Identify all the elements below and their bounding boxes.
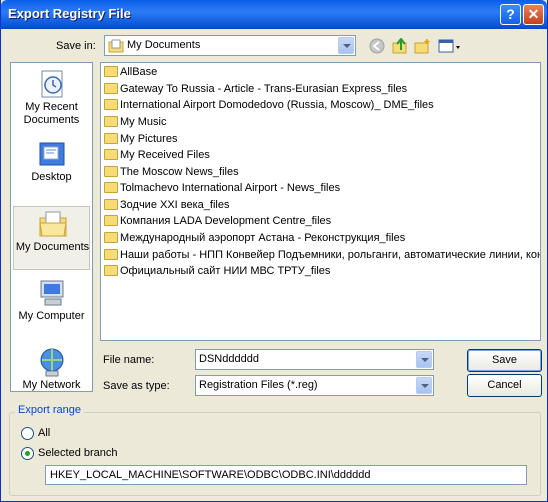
up-folder-icon[interactable]	[392, 38, 410, 54]
branch-path-input[interactable]: HKEY_LOCAL_MACHINE\SOFTWARE\ODBC\ODBC.IN…	[45, 465, 527, 485]
chevron-down-icon[interactable]	[416, 351, 432, 368]
title-bar[interactable]: Export Registry File ? ✕	[1, 0, 547, 29]
folder-icon	[104, 82, 118, 94]
file-name-label: File name:	[103, 354, 155, 366]
place-label: My Documents	[15, 241, 90, 253]
music-folder-icon	[104, 115, 118, 127]
folder-icon	[104, 148, 118, 160]
place-my-documents[interactable]: My Documents	[13, 206, 90, 270]
place-label: My Recent Documents	[23, 101, 80, 126]
folder-icon	[104, 264, 118, 276]
folder-icon	[104, 198, 118, 210]
place-label: My Network	[22, 379, 81, 391]
save-in-dropdown[interactable]: My Documents	[104, 35, 356, 56]
folder-icon	[104, 181, 118, 193]
my-documents-icon	[39, 211, 67, 237]
folder-icon	[104, 98, 118, 110]
branch-path-value: HKEY_LOCAL_MACHINE\SOFTWARE\ODBC\ODBC.IN…	[50, 469, 371, 481]
list-item[interactable]: My Music	[104, 115, 166, 132]
chevron-down-icon[interactable]	[338, 37, 354, 54]
save-button[interactable]: Save	[467, 349, 542, 372]
file-name-input[interactable]: DSNdddddd	[195, 349, 434, 370]
views-menu-icon[interactable]	[438, 38, 462, 54]
save-as-type-value: Registration Files (*.reg)	[199, 379, 318, 391]
list-item[interactable]: The Moscow News_files	[104, 165, 239, 182]
all-label[interactable]: All	[38, 427, 50, 439]
my-computer-icon	[40, 280, 64, 306]
help-button[interactable]: ?	[500, 4, 521, 25]
place-label: Desktop	[31, 171, 72, 183]
window-title: Export Registry File	[8, 6, 131, 21]
list-item[interactable]: Официальный сайт НИИ МВС ТРТУ_files	[104, 264, 330, 281]
my-documents-small-icon	[108, 39, 124, 53]
folder-icon	[104, 65, 118, 77]
export-range-label: Export range	[15, 404, 84, 416]
save-in-label: Save in:	[56, 40, 96, 52]
place-my-computer[interactable]: My Computer	[13, 276, 90, 340]
list-item[interactable]: Международный аэропорт Астана - Реконстр…	[104, 231, 405, 248]
place-my-network[interactable]: My Network	[13, 345, 90, 409]
list-item[interactable]: Gateway To Russia - Article - Trans-Eura…	[104, 82, 407, 99]
selected-branch-label[interactable]: Selected branch	[38, 447, 118, 459]
folder-icon	[104, 214, 118, 226]
file-list: AllBase Gateway To Russia - Article - Tr…	[100, 62, 541, 341]
file-name-value: DSNdddddd	[199, 353, 259, 365]
back-icon[interactable]	[369, 38, 387, 54]
folder-icon	[104, 248, 118, 260]
chevron-down-icon[interactable]	[416, 377, 432, 394]
list-item[interactable]: My Pictures	[104, 132, 177, 149]
desktop-icon	[39, 142, 65, 166]
new-folder-icon[interactable]	[414, 38, 432, 54]
list-item[interactable]: Компания LADA Development Centre_files	[104, 214, 331, 231]
folder-icon	[104, 231, 118, 243]
list-item[interactable]: Наши работы - НПП Конвейер Подъемники, р…	[104, 248, 540, 265]
save-in-value: My Documents	[127, 39, 201, 51]
folder-icon	[104, 165, 118, 177]
list-item[interactable]: Tolmachevo International Airport - News_…	[104, 181, 340, 198]
save-as-type-label: Save as type:	[103, 380, 170, 392]
close-button[interactable]: ✕	[523, 4, 544, 25]
list-item[interactable]: My Received Files	[104, 148, 210, 165]
list-item[interactable]: AllBase	[104, 65, 157, 82]
export-registry-dialog: Export Registry File ? ✕ Save in: My Doc…	[0, 0, 548, 502]
places-bar: My Recent Documents Desktop My Documents	[10, 62, 93, 392]
place-my-recent-documents[interactable]: My Recent Documents	[13, 67, 90, 131]
recent-documents-icon	[41, 70, 63, 98]
list-item[interactable]: International Airport Domodedovo (Russia…	[104, 98, 434, 115]
selected-branch-radio[interactable]	[21, 447, 34, 460]
pictures-folder-icon	[104, 132, 118, 144]
all-radio[interactable]	[21, 427, 34, 440]
place-desktop[interactable]: Desktop	[13, 137, 90, 201]
my-network-icon	[40, 348, 64, 377]
place-label: My Computer	[18, 310, 85, 322]
cancel-button[interactable]: Cancel	[467, 374, 542, 397]
save-as-type-dropdown[interactable]: Registration Files (*.reg)	[195, 375, 434, 396]
list-item[interactable]: Зодчие XXI века_files	[104, 198, 229, 215]
